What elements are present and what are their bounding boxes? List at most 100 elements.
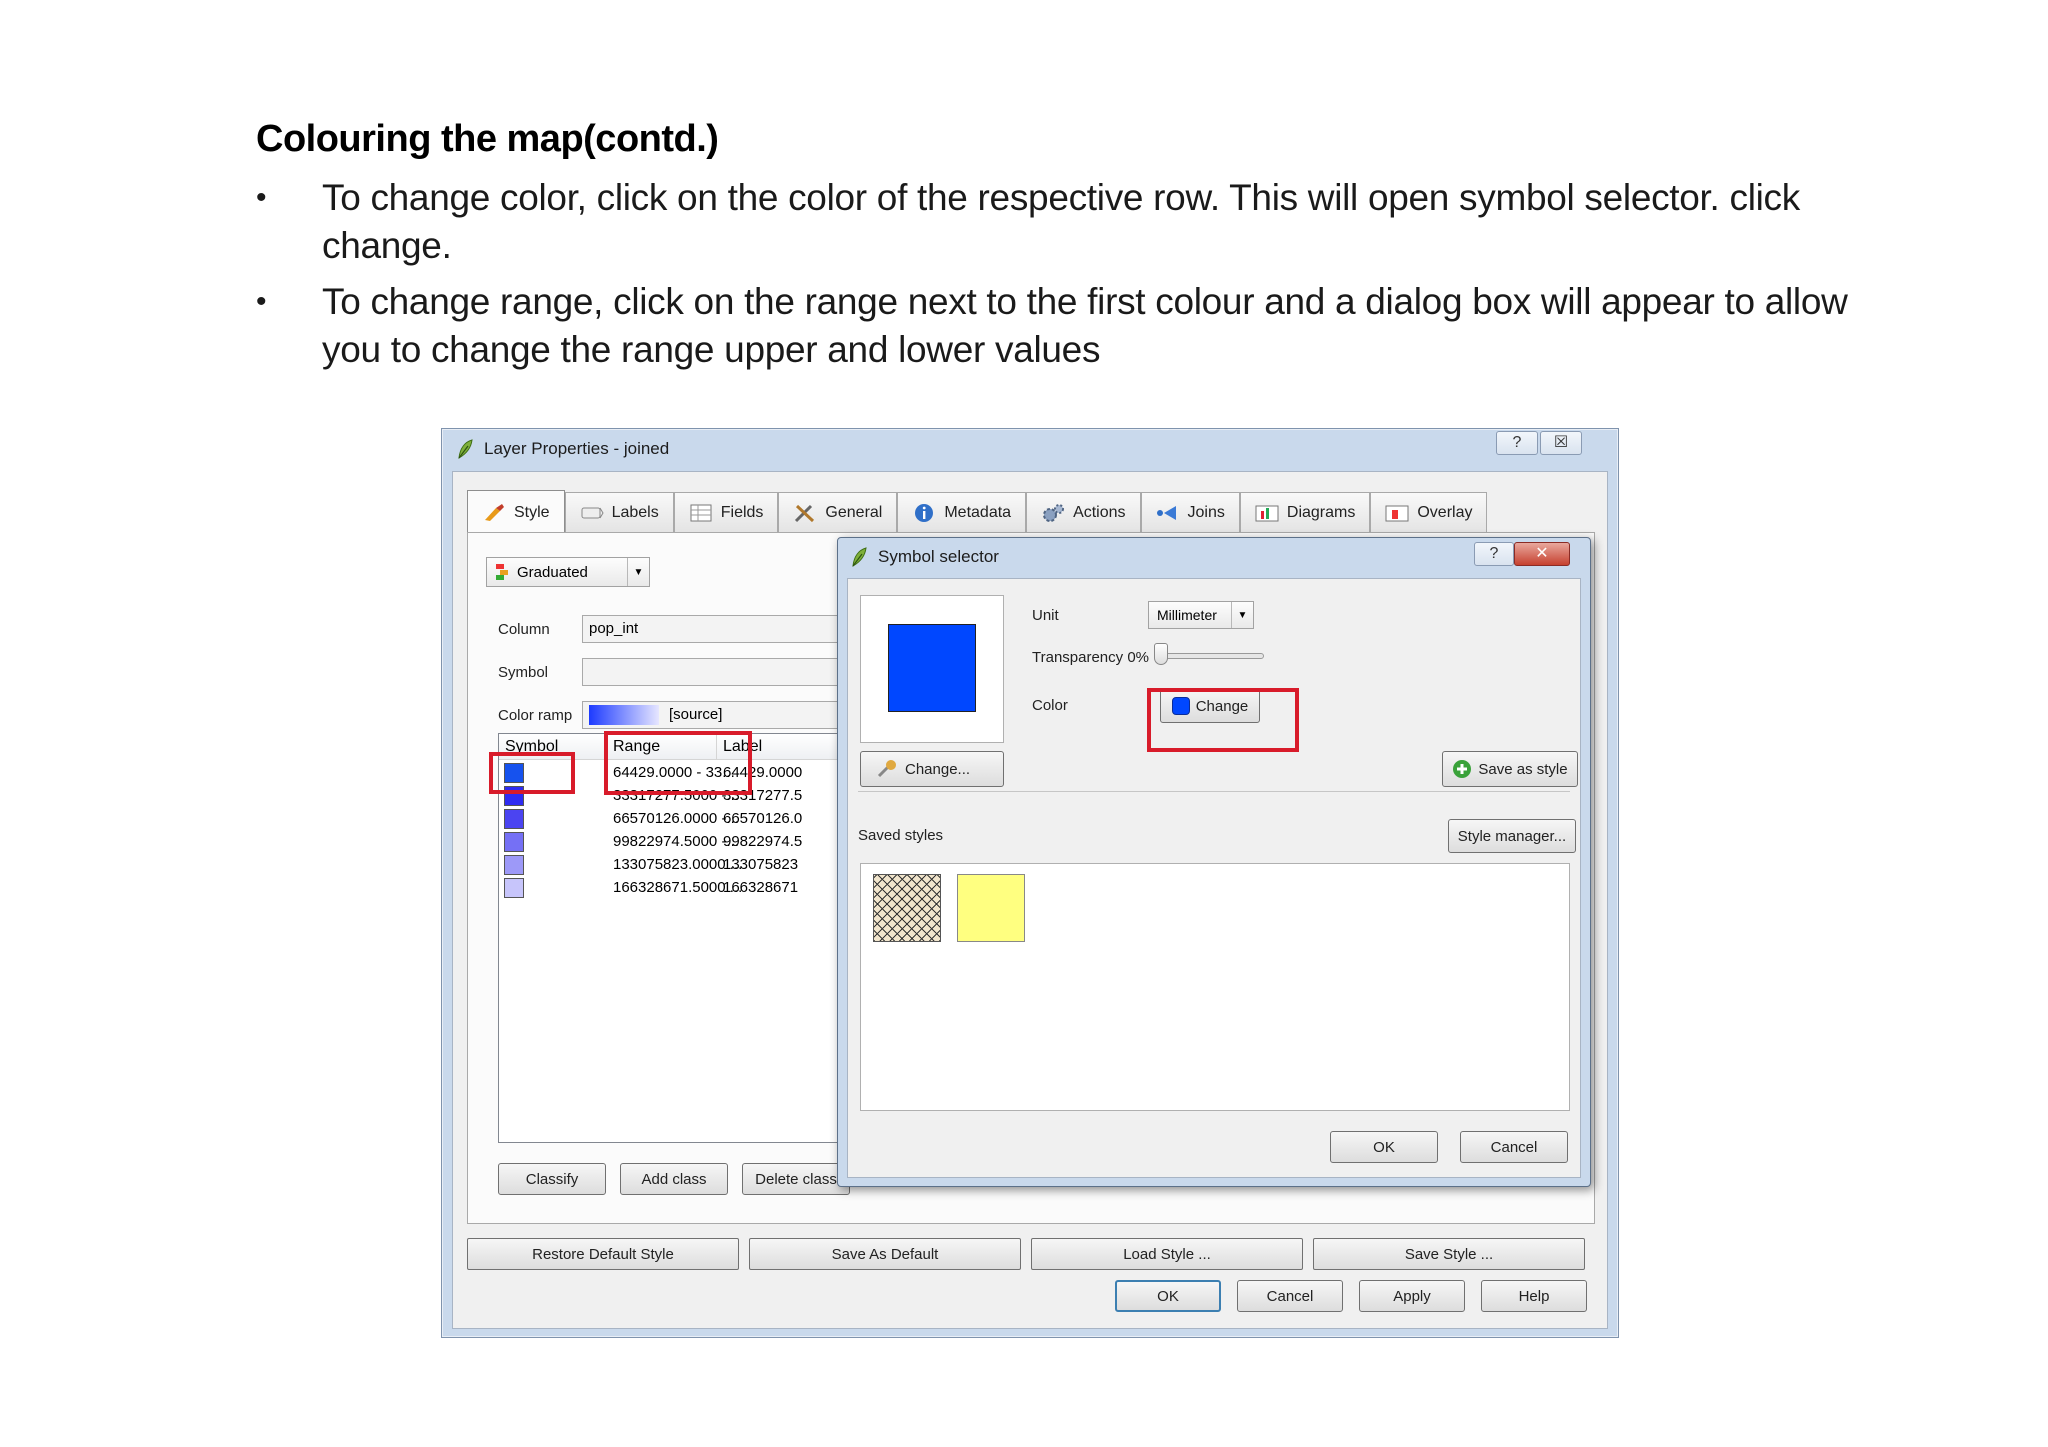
tab-label: Actions (1073, 503, 1126, 521)
class-range[interactable]: 66570126.0000 -... (613, 810, 739, 827)
column-header-range[interactable]: Range (607, 734, 717, 760)
apply-button[interactable]: Apply (1359, 1280, 1465, 1312)
tab-label: Diagrams (1286, 503, 1356, 521)
dialog-close-button[interactable]: ✕ (1514, 542, 1570, 566)
saved-style-yellow[interactable] (957, 874, 1025, 942)
class-label[interactable]: 33317277.5 (723, 787, 802, 804)
tab-overlay[interactable]: Overlay (1370, 492, 1488, 532)
tab-fields[interactable]: Fields (673, 492, 779, 532)
class-range[interactable]: 33317277.5000 -... (613, 787, 739, 804)
saved-style-hatch[interactable] (873, 874, 941, 942)
help-button[interactable]: Help (1481, 1280, 1587, 1312)
bullet-item: • To change color, click on the color of… (256, 174, 1862, 270)
class-color-swatch[interactable] (504, 786, 524, 806)
chevron-down-icon: ▼ (627, 558, 649, 586)
load-style-button[interactable]: Load Style ... (1031, 1238, 1303, 1270)
column-header-label[interactable]: Label (717, 734, 837, 760)
save-as-style-button[interactable]: Save as style (1442, 751, 1578, 787)
brush-icon (485, 503, 504, 521)
unit-label: Unit (1032, 607, 1059, 624)
tab-general[interactable]: General (778, 492, 898, 532)
class-label[interactable]: 133075823 (723, 856, 798, 873)
color-ramp-value: [source] (669, 706, 723, 723)
close-button[interactable]: ☒ (1540, 431, 1582, 455)
table-row[interactable]: 166328671.5000 ... 166328671 (499, 877, 837, 899)
classify-button[interactable]: Classify (498, 1163, 606, 1195)
slide-title: Colouring the map(contd.) (256, 118, 719, 160)
classes-table[interactable]: Symbol Range Label 64429.0000 - 33... 64… (498, 733, 838, 1143)
window-title: Layer Properties - joined (484, 439, 670, 458)
tab-joins[interactable]: Joins (1140, 492, 1240, 532)
dialog-cancel-button[interactable]: Cancel (1460, 1131, 1568, 1163)
tab-actions[interactable]: Actions (1026, 492, 1141, 532)
ok-button[interactable]: OK (1115, 1280, 1221, 1312)
restore-default-style-button[interactable]: Restore Default Style (467, 1238, 739, 1270)
tab-diagrams[interactable]: Diagrams (1239, 492, 1371, 532)
class-range[interactable]: 99822974.5000 -... (613, 833, 739, 850)
cancel-button[interactable]: Cancel (1237, 1280, 1343, 1312)
saved-styles-list[interactable] (860, 863, 1570, 1111)
class-label[interactable]: 64429.0000 (723, 764, 802, 781)
help-title-button[interactable]: ? (1496, 431, 1538, 455)
column-header-symbol[interactable]: Symbol (499, 734, 607, 760)
tab-label: Labels (611, 503, 659, 521)
save-style-button[interactable]: Save Style ... (1313, 1238, 1585, 1270)
transparency-label: Transparency 0% (1032, 649, 1149, 666)
change-color-button[interactable]: Change (1160, 689, 1260, 723)
window-titlebar[interactable]: Layer Properties - joined (442, 429, 1618, 469)
class-color-swatch[interactable] (504, 809, 524, 829)
gears-icon (1043, 503, 1065, 522)
tools-icon (795, 504, 815, 522)
column-select[interactable]: pop_int (582, 615, 838, 643)
save-as-default-button[interactable]: Save As Default (749, 1238, 1021, 1270)
chevron-down-icon: ▼ (1231, 602, 1253, 628)
column-label: Column (498, 621, 550, 638)
transparency-slider-track[interactable] (1160, 653, 1264, 659)
bullet-text: To change color, click on the color of t… (322, 177, 1800, 266)
change-color-label: Change (1195, 697, 1249, 715)
class-label[interactable]: 99822974.5 (723, 833, 802, 850)
join-icon (1156, 505, 1176, 520)
qgis-leaf-icon (852, 547, 867, 567)
class-color-swatch[interactable] (504, 763, 524, 783)
delete-class-button[interactable]: Delete class (742, 1163, 850, 1195)
symbol-preview (860, 595, 1004, 743)
class-color-swatch[interactable] (504, 832, 524, 852)
dialog-titlebar[interactable]: Symbol selector (850, 546, 999, 568)
table-row[interactable]: 133075823.0000 ... 133075823 (499, 854, 837, 876)
tab-labels[interactable]: Labels (564, 492, 674, 532)
bullet-dot: • (256, 181, 267, 214)
dialog-ok-button[interactable]: OK (1330, 1131, 1438, 1163)
style-manager-button[interactable]: Style manager... (1448, 819, 1576, 853)
bullet-item: • To change range, click on the range ne… (256, 278, 1862, 374)
class-color-swatch[interactable] (504, 855, 524, 875)
class-range[interactable]: 64429.0000 - 33... (613, 764, 735, 781)
table-row[interactable]: 99822974.5000 -... 99822974.5 (499, 831, 837, 853)
color-ramp-select[interactable]: [source] (582, 701, 838, 729)
table-row[interactable]: 66570126.0000 -... 66570126.0 (499, 808, 837, 830)
qgis-leaf-icon (458, 439, 473, 459)
renderer-select[interactable]: Graduated ▼ (486, 557, 650, 587)
unit-value: Millimeter (1157, 607, 1217, 623)
tab-label: Joins (1187, 503, 1225, 521)
symbol-button[interactable] (582, 658, 838, 686)
table-icon (690, 504, 712, 521)
add-class-button[interactable]: Add class (620, 1163, 728, 1195)
color-ramp-swatch (589, 705, 659, 725)
class-label[interactable]: 166328671 (723, 879, 798, 896)
diagram-icon (1255, 505, 1279, 521)
transparency-slider-handle[interactable] (1154, 643, 1168, 665)
bullet-text: To change range, click on the range next… (322, 281, 1848, 370)
change-symbol-label: Change... (905, 760, 971, 778)
tab-metadata[interactable]: Metadata (897, 492, 1027, 532)
dialog-help-button[interactable]: ? (1474, 542, 1514, 566)
table-row[interactable]: 33317277.5000 -... 33317277.5 (499, 785, 837, 807)
unit-select[interactable]: Millimeter ▼ (1148, 601, 1254, 629)
info-icon (915, 503, 934, 522)
wrench-icon (877, 760, 896, 778)
table-row[interactable]: 64429.0000 - 33... 64429.0000 (499, 762, 837, 784)
class-color-swatch[interactable] (504, 878, 524, 898)
class-label[interactable]: 66570126.0 (723, 810, 802, 827)
tab-style[interactable]: Style (467, 490, 565, 534)
change-symbol-button[interactable]: Change... (860, 751, 1004, 787)
